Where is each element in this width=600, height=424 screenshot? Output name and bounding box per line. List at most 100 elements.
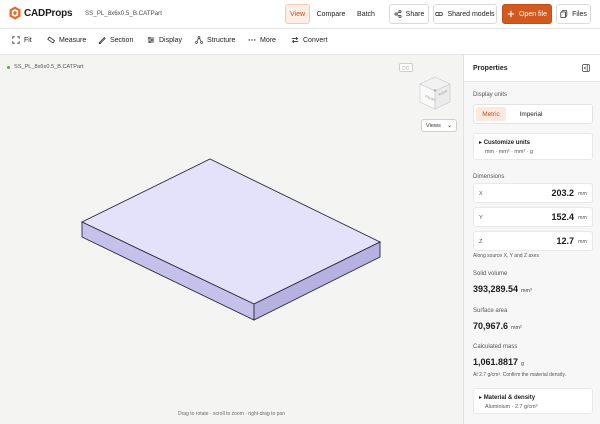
app-name: CADProps bbox=[24, 7, 73, 19]
views-dropdown-label: Views bbox=[426, 122, 441, 129]
imperial-option[interactable]: Imperial bbox=[511, 107, 551, 121]
view-cube-icon[interactable]: FRONT RIGHT bbox=[416, 75, 454, 111]
dimensions-note: Along source X, Y and Z axes bbox=[473, 253, 539, 259]
share-button[interactable]: Share bbox=[389, 4, 429, 24]
customize-units-value: mm · mm² · mm³ · g bbox=[485, 149, 533, 155]
surface-area-unit: mm² bbox=[511, 325, 522, 331]
open-file-label: Open file bbox=[518, 10, 548, 18]
surface-area-label: Surface area bbox=[473, 308, 508, 314]
solid-volume-readout: 393,289.54 mm³ bbox=[473, 284, 532, 294]
sliders-icon bbox=[147, 36, 155, 44]
dimension-axis: Z bbox=[479, 239, 483, 245]
metric-option[interactable]: Metric bbox=[476, 107, 506, 121]
fit-icon bbox=[12, 36, 20, 44]
dimension-row-z: Z 12.7 mm bbox=[473, 231, 593, 251]
section-button[interactable]: Section bbox=[98, 36, 133, 44]
app-window: CADProps SS_PL_8x6x0.5_B.CATPart View Co… bbox=[0, 0, 600, 424]
measure-label: Measure bbox=[59, 36, 87, 44]
measure-button[interactable]: Measure bbox=[47, 36, 86, 44]
display-button[interactable]: Display bbox=[147, 36, 182, 44]
solid-volume-unit: mm³ bbox=[521, 288, 532, 294]
open-file-button[interactable]: Open file bbox=[502, 4, 552, 24]
top-bar: CADProps SS_PL_8x6x0.5_B.CATPart View Co… bbox=[0, 0, 600, 29]
dimension-unit: mm bbox=[578, 215, 587, 221]
tab-compare-label: Compare bbox=[316, 10, 346, 18]
dimension-axis: Y bbox=[479, 215, 483, 221]
expand-triangle-icon: ▸ bbox=[479, 395, 483, 401]
viewport-mode-badge[interactable]: ▢▢ bbox=[399, 63, 413, 72]
collapse-panel-icon[interactable] bbox=[582, 64, 590, 72]
dimension-value: 152.4 bbox=[551, 212, 574, 222]
dimension-value: 203.2 bbox=[551, 188, 574, 198]
mass-density-note: At 2.7 g/cm³. Confirm the material densi… bbox=[473, 372, 566, 378]
fit-label: Fit bbox=[24, 36, 32, 44]
calculated-mass-unit: g bbox=[521, 361, 525, 367]
chevron-down-icon: ⌄ bbox=[446, 123, 452, 129]
toolbar: Fit Measure Section Display Structure Mo… bbox=[0, 29, 600, 55]
material-density-value: Aluminium · 2.7 g/cm³ bbox=[485, 404, 538, 410]
structure-button[interactable]: Structure bbox=[195, 36, 235, 44]
structure-tree-icon bbox=[195, 36, 203, 44]
more-dots-icon bbox=[248, 39, 256, 41]
calculated-mass-value: 1,061.8817 bbox=[473, 357, 519, 367]
viewport-hint: Drag to rotate · scroll to zoom · right-… bbox=[178, 411, 285, 417]
shared-models-label: Shared models bbox=[447, 10, 495, 18]
3d-viewport[interactable]: SS_PL_8x6x0.5_B.CATPart ▢▢ FRONT RIGHT V… bbox=[0, 55, 463, 424]
link-icon bbox=[435, 12, 444, 16]
convert-arrows-icon bbox=[291, 36, 299, 44]
views-dropdown[interactable]: Views ⌄ bbox=[421, 119, 457, 132]
units-toggle: Metric Imperial bbox=[473, 104, 593, 124]
app-logo[interactable]: CADProps bbox=[9, 6, 73, 20]
properties-title: Properties bbox=[473, 65, 508, 72]
properties-header: Properties bbox=[464, 55, 600, 82]
dimension-row-x: X 203.2 mm bbox=[473, 183, 593, 203]
fit-button[interactable]: Fit bbox=[12, 36, 32, 44]
dimension-row-y: Y 152.4 mm bbox=[473, 207, 593, 227]
convert-label: Convert bbox=[303, 36, 328, 44]
customize-units-header: ▸ Customize units bbox=[479, 139, 530, 146]
plate-3d-model[interactable] bbox=[80, 155, 384, 322]
tab-compare[interactable]: Compare bbox=[315, 4, 347, 24]
tab-batch[interactable]: Batch bbox=[353, 4, 379, 24]
dimensions-label: Dimensions bbox=[473, 174, 505, 180]
display-label: Display bbox=[159, 36, 182, 44]
viewport-file-label: SS_PL_8x6x0.5_B.CATPart bbox=[7, 64, 84, 70]
tab-view[interactable]: View bbox=[285, 4, 310, 24]
shared-models-button[interactable]: Shared models bbox=[433, 4, 497, 24]
file-status-dot bbox=[7, 65, 10, 69]
dimension-value: 12.7 bbox=[556, 236, 574, 246]
share-icon bbox=[394, 10, 402, 18]
files-icon bbox=[560, 10, 568, 18]
solid-volume-label: Solid volume bbox=[473, 271, 508, 277]
solid-volume-value: 393,289.54 bbox=[473, 284, 519, 294]
share-label: Share bbox=[405, 10, 425, 18]
properties-panel: Properties Display units Metric Imperial… bbox=[463, 55, 600, 424]
customize-units-section[interactable]: ▸ Customize units mm · mm² · mm³ · g bbox=[473, 133, 593, 160]
files-button[interactable]: Files bbox=[556, 4, 591, 24]
dimension-unit: mm bbox=[578, 239, 587, 245]
section-label: Section bbox=[110, 36, 134, 44]
plate-top-face bbox=[80, 158, 382, 305]
files-label: Files bbox=[572, 10, 587, 18]
ruler-icon bbox=[47, 36, 55, 44]
plus-icon bbox=[507, 10, 515, 18]
calculated-mass-label: Calculated mass bbox=[473, 344, 518, 350]
customize-units-title: Customize units bbox=[483, 140, 531, 146]
calculated-mass-readout: 1,061.8817 g bbox=[473, 357, 524, 367]
cadprops-logo-icon bbox=[9, 6, 21, 20]
dimension-unit: mm bbox=[578, 191, 587, 197]
tab-batch-label: Batch bbox=[357, 10, 375, 18]
material-density-title: Material & density bbox=[483, 395, 536, 401]
surface-area-value: 70,967.6 bbox=[473, 321, 509, 331]
structure-label: Structure bbox=[207, 36, 236, 44]
expand-triangle-icon: ▸ bbox=[479, 140, 483, 146]
convert-button[interactable]: Convert bbox=[291, 36, 328, 44]
material-density-header: ▸ Material & density bbox=[479, 394, 535, 401]
display-units-label: Display units bbox=[473, 92, 508, 98]
material-density-section[interactable]: ▸ Material & density Aluminium · 2.7 g/c… bbox=[473, 388, 593, 414]
surface-area-readout: 70,967.6 mm² bbox=[473, 321, 522, 331]
more-button[interactable]: More bbox=[248, 36, 276, 44]
current-file-name: SS_PL_8x6x0.5_B.CATPart bbox=[85, 10, 162, 17]
tab-view-label: View bbox=[289, 10, 306, 18]
section-knife-icon bbox=[98, 37, 106, 44]
